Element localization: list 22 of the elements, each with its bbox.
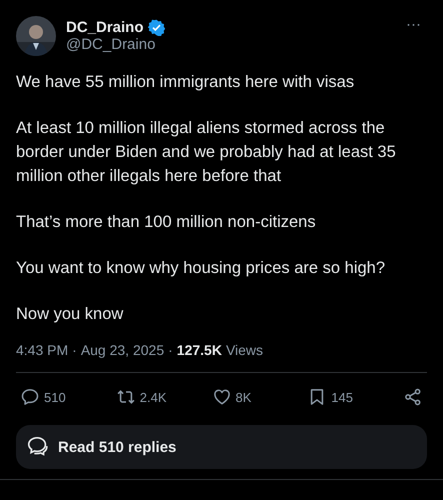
tweet-paragraph: Now you know xyxy=(16,304,124,325)
action-count: 510 xyxy=(44,390,66,404)
share-icon[interactable] xyxy=(403,387,423,407)
tweet-paragraph: At least 10 million illegal aliens stormed across the border under Biden and we probably had at least 35 million other illegals here before that xyxy=(16,118,397,187)
more-menu-button[interactable]: ··· xyxy=(406,16,421,33)
author-handle[interactable]: @DC_Draino xyxy=(66,36,396,53)
separator-dot: · xyxy=(168,342,173,358)
action-count: 2.4K xyxy=(140,390,166,404)
tweet-paragraph: We have 55 million immigrants here with visas xyxy=(16,72,356,93)
tweet-paragraph: You want to know why housing prices are so high? xyxy=(16,258,386,279)
action-count: 8K xyxy=(236,390,252,404)
read-replies-button[interactable]: Read 510 replies xyxy=(16,425,427,469)
separator-dot: · xyxy=(72,342,77,358)
heart-icon[interactable] xyxy=(212,387,232,407)
author-name[interactable]: DC_Draino xyxy=(66,19,144,36)
views-label: Views xyxy=(226,342,264,358)
tweet-paragraph: That’s more than 100 million non-citizens xyxy=(16,212,317,233)
reply-icon[interactable] xyxy=(20,387,40,407)
post-date[interactable]: Aug 23, 2025 xyxy=(80,342,164,358)
views-count: 127.5K xyxy=(176,342,222,358)
action-count: 145 xyxy=(331,390,353,404)
post-time[interactable]: 4:43 PM xyxy=(16,342,68,358)
